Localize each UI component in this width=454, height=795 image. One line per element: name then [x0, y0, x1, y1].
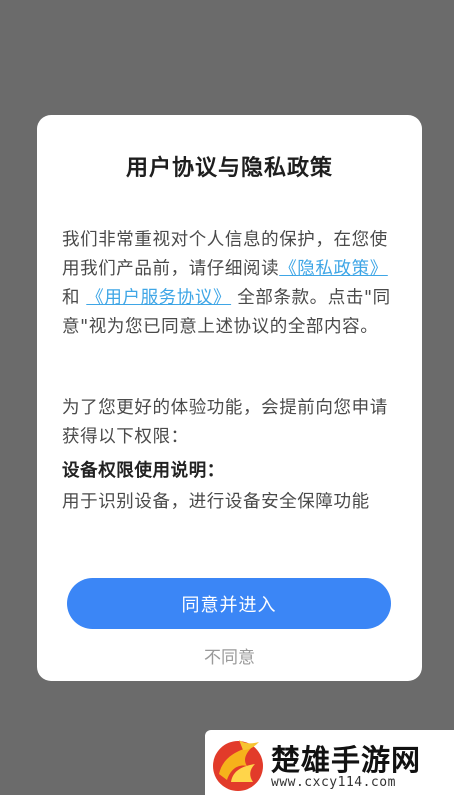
disagree-button[interactable]: 不同意 — [37, 643, 422, 668]
watermark-url: www.cxcy114.com — [271, 775, 396, 790]
user-service-agreement-link[interactable]: 《用户服务协议》 — [86, 288, 231, 308]
agree-and-enter-button[interactable]: 同意并进入 — [67, 578, 391, 629]
intro-paragraph: 我们非常重视对个人信息的保护，在您使用我们产品前，请仔细阅读《隐私政策》 和 《… — [62, 226, 398, 342]
watermark-name: 楚雄手游网 — [271, 743, 422, 777]
privacy-policy-link[interactable]: 《隐私政策》 — [279, 259, 388, 279]
permission-description: 用于识别设备，进行设备安全保障功能 — [62, 492, 370, 512]
privacy-dialog: 用户协议与隐私政策 我们非常重视对个人信息的保护，在您使用我们产品前，请仔细阅读… — [37, 115, 422, 681]
permission-intro: 为了您更好的体验功能，会提前向您申请获得以下权限： — [62, 398, 388, 447]
dialog-title: 用户协议与隐私政策 — [125, 156, 333, 181]
site-watermark: 楚雄手游网 www.cxcy114.com — [205, 730, 454, 795]
and-text: 和 — [62, 288, 81, 308]
flame-logo-icon — [213, 740, 263, 791]
permission-title: 设备权限使用说明： — [62, 461, 225, 481]
